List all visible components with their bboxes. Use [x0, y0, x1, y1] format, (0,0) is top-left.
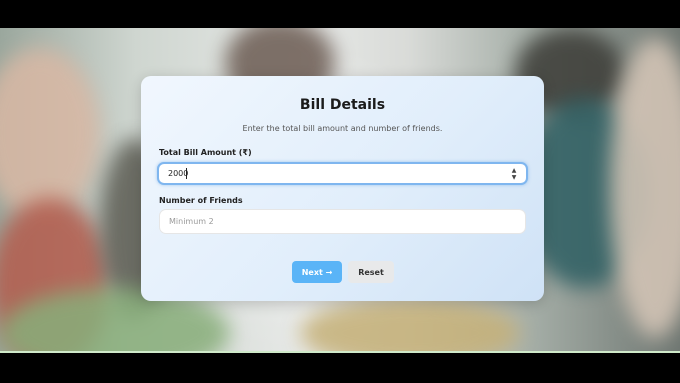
text-caret	[186, 168, 187, 179]
letterbox-bottom	[0, 353, 680, 383]
page-title: Bill Details	[299, 97, 386, 113]
form-subtitle: Enter the total bill amount and number o…	[242, 124, 443, 133]
spinner-down-icon[interactable]: ▼	[510, 174, 518, 181]
number-spinner[interactable]: ▲ ▼	[510, 167, 518, 181]
bill-amount-input[interactable]: 2000 ▲ ▼	[157, 162, 528, 185]
background-photo: Bill Details Enter the total bill amount…	[0, 28, 680, 352]
reset-button[interactable]: Reset	[348, 261, 394, 283]
friends-count-input[interactable]: Minimum 2	[159, 209, 526, 234]
amount-label: Total Bill Amount (₹)	[159, 148, 252, 157]
blurred-food-table	[300, 298, 520, 352]
blurred-person-left	[0, 48, 100, 218]
spinner-up-icon[interactable]: ▲	[510, 167, 518, 174]
next-button[interactable]: Next →	[292, 261, 342, 283]
friends-label: Number of Friends	[159, 196, 243, 205]
letterbox-top	[0, 0, 680, 28]
bill-details-card: Bill Details Enter the total bill amount…	[141, 76, 544, 301]
friends-count-placeholder: Minimum 2	[169, 217, 214, 226]
